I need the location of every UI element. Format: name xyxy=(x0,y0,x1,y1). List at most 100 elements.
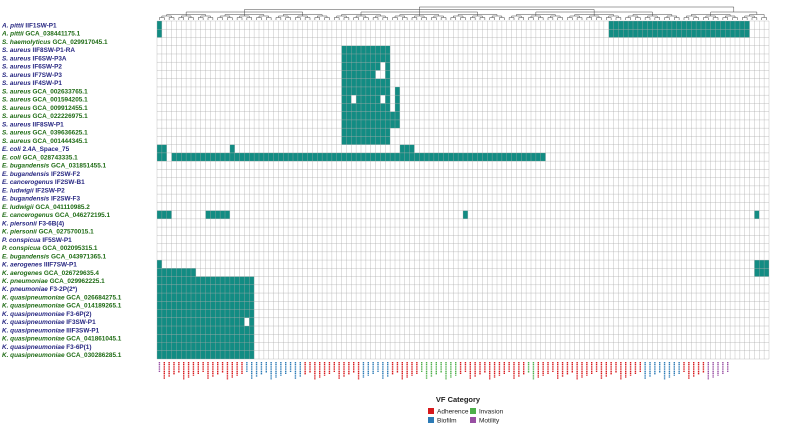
legend-swatch-invasion xyxy=(470,408,476,414)
present-cell xyxy=(356,95,381,104)
row-label: E. ludwigii IF2SW-P2 xyxy=(2,187,65,194)
row-label-strain: IF3SW-P1 xyxy=(65,319,97,326)
present-cell xyxy=(395,95,400,104)
present-cell xyxy=(249,317,255,327)
row-label-strain: GCA_031851455.1 xyxy=(49,163,106,170)
legend-label-biofilm: Biofilm xyxy=(437,418,457,425)
row-label-strain: IIF8SW-P1-RA xyxy=(31,47,76,54)
row-label: K. quasipneumoniae F3-6P(2) xyxy=(2,311,92,318)
row-label: E. bugandensis GCA_043971365.1 xyxy=(2,253,107,260)
row-label-species: S. aureus xyxy=(2,47,31,54)
row-label-species: E. bugandensis xyxy=(2,253,50,260)
row-label-strain: F3-6B(4) xyxy=(37,220,64,227)
row-label-species: K. quasipneumoniae xyxy=(2,311,65,318)
heatmap-figure: A. pittii IIF1SW-P1 A. pittii GCA_0384411… xyxy=(0,0,788,430)
row-label-species: S. aureus xyxy=(2,80,31,87)
present-cell xyxy=(385,95,391,104)
row-label-species: K. quasipneumoniae xyxy=(2,327,65,334)
row-label: K. piersonii GCA_027570015.1 xyxy=(2,229,94,236)
row-label-species: E. coli xyxy=(2,154,21,161)
row-label-species: K. quasipneumoniae xyxy=(2,344,65,351)
row-label-strain: GCA_041861045.1 xyxy=(65,336,122,343)
row-label-strain: IF6SW-P2 xyxy=(31,64,63,71)
row-label-strain: GCA_009912455.1 xyxy=(31,105,88,112)
row-label: S. haemolyticus GCA_029917045.1 xyxy=(2,39,108,46)
row-label: K. aerogenes IIIF7SW-P1 xyxy=(2,262,77,269)
row-label-species: S. aureus xyxy=(2,130,31,137)
row-label: E. coli GCA_028743335.1 xyxy=(2,154,78,161)
present-cell xyxy=(385,70,391,79)
row-label-species: K. quasipneumoniae xyxy=(2,294,65,301)
row-label: K. quasipneumoniae GCA_030286285.1 xyxy=(2,352,122,359)
legend-label-motility: Motility xyxy=(479,418,500,425)
row-label-strain: IIIF3SW-P1 xyxy=(65,327,100,334)
row-label-strain: IF2SW-F2 xyxy=(49,171,80,178)
row-label-species: P. conspicua xyxy=(2,245,41,252)
row-label-strain: IIF1SW-P1 xyxy=(24,22,57,29)
row-label-species: S. aureus xyxy=(2,64,31,71)
row-label-species: S. aureus xyxy=(2,97,31,104)
row-label: K. piersonii F3-6B(4) xyxy=(2,220,64,227)
row-label-strain: GCA_002095315.1 xyxy=(41,245,98,252)
row-label: K. quasipneumoniae GCA_041861045.1 xyxy=(2,336,122,343)
present-cell xyxy=(395,86,400,96)
row-label-species: K. pneumoniae xyxy=(2,278,48,285)
present-cell xyxy=(157,210,172,219)
row-label: A. pittii GCA_038441175.1 xyxy=(1,31,81,38)
present-cell xyxy=(608,21,750,30)
present-cell xyxy=(385,62,391,71)
row-label-strain: GCA_027570015.1 xyxy=(37,229,94,236)
row-label-strain: IIIF7SW-P1 xyxy=(42,262,77,269)
row-label-species: E. cancerogenus xyxy=(2,212,54,219)
row-label: E. bugandensis GCA_031851455.1 xyxy=(2,163,107,170)
row-label: K. quasipneumoniae GCA_026684275.1 xyxy=(2,294,122,301)
row-label: E. cancerogenus GCA_046272195.1 xyxy=(2,212,110,219)
row-label-strain: F3-6P(2) xyxy=(65,311,92,318)
row-label-strain: IF7SW-P3 xyxy=(31,72,63,79)
row-label-strain: GCA_022226975.1 xyxy=(31,113,88,120)
row-label: E. cancerogenus IF2SW-B1 xyxy=(2,179,85,186)
row-label-species: K. aerogenes xyxy=(2,262,43,269)
row-label-species: E. coli xyxy=(2,146,21,153)
row-label-species: A. pittii xyxy=(1,31,24,38)
row-label-species: S. aureus xyxy=(2,105,31,112)
row-label-species: S. aureus xyxy=(2,113,31,120)
column-labels xyxy=(158,362,729,380)
dendrogram-branches xyxy=(159,6,767,20)
row-label-strain: GCA_026684275.1 xyxy=(65,294,122,301)
row-label-species: K. quasipneumoniae xyxy=(2,336,65,343)
row-label-strain: GCA_026729635.4 xyxy=(42,270,99,277)
present-cell xyxy=(608,29,750,38)
row-label: S. aureus GCA_039636625.1 xyxy=(2,130,88,137)
row-label: S. aureus GCA_022226975.1 xyxy=(2,113,88,120)
row-label-species: P. conspicua xyxy=(2,237,41,244)
present-cell xyxy=(754,260,769,269)
row-labels: A. pittii IIF1SW-P1 A. pittii GCA_0384411… xyxy=(1,22,122,359)
row-label: S. aureus IF6SW-P2 xyxy=(2,64,62,71)
legend-swatch-motility xyxy=(470,417,476,423)
row-label-strain: IF6SW-P3A xyxy=(31,55,67,62)
row-label-strain: IF2SW-F3 xyxy=(49,196,80,203)
row-label: S. aureus IF6SW-P3A xyxy=(2,55,67,62)
row-label-species: S. aureus xyxy=(2,88,31,95)
row-label: S. aureus IIF8SW-P1 xyxy=(2,121,64,128)
legend-label-adherence: Adherence xyxy=(437,409,469,416)
row-label-species: E. bugandensis xyxy=(2,196,50,203)
row-label: S. aureus IF7SW-P3 xyxy=(2,72,62,79)
legend-label-invasion: Invasion xyxy=(479,409,504,416)
row-label-species: K. quasipneumoniae xyxy=(2,303,65,310)
row-label-strain: IF5SW-P1 xyxy=(41,237,73,244)
row-label: S. aureus GCA_002633765.1 xyxy=(2,88,88,95)
row-label: S. aureus IIF8SW-P1-RA xyxy=(2,47,75,54)
row-label-strain: GCA_014189265.1 xyxy=(65,303,122,310)
row-label: K. quasipneumoniae IIIF3SW-P1 xyxy=(2,327,100,334)
row-label-strain: GCA_029962225.1 xyxy=(48,278,105,285)
row-label-species: K. pneumoniae xyxy=(2,286,48,293)
row-label: K. quasipneumoniae F3-6P(1) xyxy=(2,344,92,351)
legend-swatch-biofilm xyxy=(428,417,434,423)
row-label-strain: GCA_028743335.1 xyxy=(21,154,78,161)
present-cell xyxy=(754,268,769,277)
row-label: P. conspicua IF5SW-P1 xyxy=(2,237,72,244)
row-label: S. aureus GCA_001444345.1 xyxy=(2,138,88,145)
present-cell xyxy=(399,144,415,153)
